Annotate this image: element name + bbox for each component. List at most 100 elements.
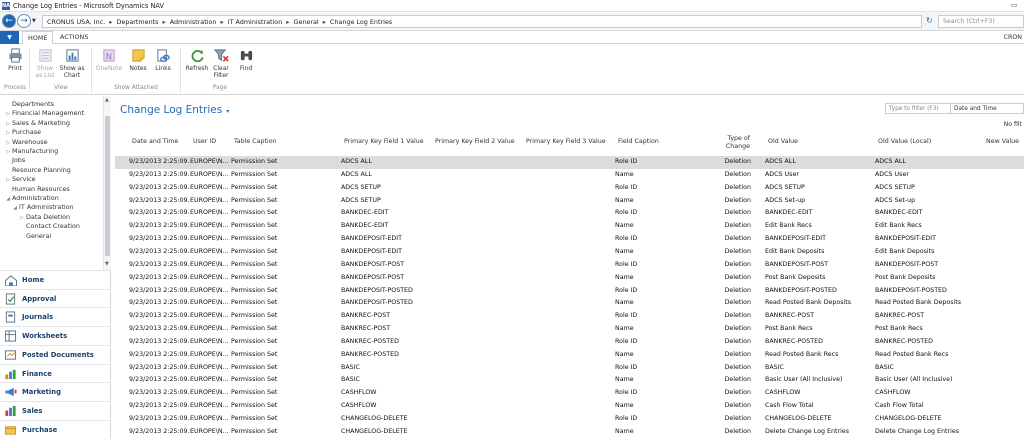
app-menu-button[interactable]: ▼ <box>0 31 19 44</box>
table-row[interactable]: 9/23/2013 2:25:09... EUROPE\N... Permissio… <box>115 259 1024 272</box>
table-row[interactable]: 9/23/2013 2:25:09... EUROPE\N... Permissio… <box>115 323 1024 336</box>
tree-item[interactable]: ◢ Administration <box>0 194 103 203</box>
column-header-pk3[interactable]: Primary Key Field 3 Value <box>526 138 606 146</box>
column-header-pk1[interactable]: Primary Key Field 1 Value <box>344 138 424 146</box>
notes-button[interactable]: Notes <box>128 48 148 72</box>
table-row[interactable]: 9/23/2013 2:25:09... EUROPE\N... Permissio… <box>115 195 1024 208</box>
scroll-thumb[interactable] <box>105 116 110 256</box>
table-row[interactable]: 9/23/2013 2:25:09... EUROPE\N... Permissio… <box>115 246 1024 259</box>
tree-item[interactable]: Contact Creation <box>0 222 103 231</box>
minimize-button[interactable]: ▭ <box>1008 1 1020 10</box>
refresh-icon[interactable]: ↻ <box>926 15 936 27</box>
history-dropdown-icon[interactable]: ▼ <box>32 18 36 24</box>
table-row[interactable]: 9/23/2013 2:25:09... EUROPE\N... Permissio… <box>115 387 1024 400</box>
cell-type-of-change: Deletion <box>724 389 751 397</box>
table-row[interactable]: 9/23/2013 2:25:09... EUROPE\N... Permissio… <box>115 169 1024 182</box>
nav-button-finance[interactable]: Finance <box>0 363 111 383</box>
page-title[interactable]: Change Log Entries ▾ <box>120 104 229 116</box>
nav-button-sales[interactable]: Sales <box>0 400 111 420</box>
column-header-table-caption[interactable]: Table Caption <box>234 138 277 146</box>
cell-table-caption: Permission Set <box>231 183 278 191</box>
tree-item[interactable]: Jobs <box>0 156 103 165</box>
nav-button-home[interactable]: Home <box>0 270 111 289</box>
tree-item[interactable]: ◢ IT Administration <box>0 203 103 212</box>
column-header-old-value[interactable]: Old Value <box>768 138 798 146</box>
column-header-type-of-change[interactable]: Type of Change <box>710 135 750 151</box>
links-button[interactable]: Links <box>153 48 173 72</box>
nav-button-purchase[interactable]: Purchase <box>0 419 111 439</box>
column-header-old-value-local[interactable]: Old Value (Local) <box>878 138 931 146</box>
tree-item[interactable]: ▷ Service <box>0 175 103 184</box>
table-row[interactable]: 9/23/2013 2:25:09... EUROPE\N... Permissio… <box>115 310 1024 323</box>
column-header-user-id[interactable]: User ID <box>193 138 216 146</box>
forward-arrow-icon[interactable]: → <box>17 14 31 28</box>
table-row[interactable]: 9/23/2013 2:25:09... EUROPE\N... Permissio… <box>115 349 1024 362</box>
table-row[interactable]: 9/23/2013 2:25:09... EUROPE\N... Permissio… <box>115 233 1024 246</box>
tree-item[interactable]: ▷ Purchase <box>0 128 103 137</box>
tree-item[interactable]: ▷ Warehouse <box>0 138 103 147</box>
table-row[interactable]: 9/23/2013 2:25:09... EUROPE\N... Permissio… <box>115 426 1024 439</box>
table-row[interactable]: 9/23/2013 2:25:09... EUROPE\N... Permissio… <box>115 362 1024 375</box>
breadcrumb-item[interactable]: Administration <box>170 18 217 26</box>
table-row[interactable]: 9/23/2013 2:25:09... EUROPE\N... Permissio… <box>115 400 1024 413</box>
breadcrumb-item[interactable]: IT Administration <box>228 18 283 26</box>
column-header-date-time[interactable]: Date and Time <box>132 138 178 146</box>
nav-button-posted-documents[interactable]: Posted Documents <box>0 344 111 364</box>
tree-item[interactable]: ▷ Sales & Marketing <box>0 119 103 128</box>
show-as-list-button[interactable]: Show as List <box>34 48 56 79</box>
nav-button-worksheets[interactable]: Worksheets <box>0 326 111 345</box>
tree-item[interactable]: ▷ Data Deletion <box>0 213 103 222</box>
ribbon: Print Show as List Show as Chart N OneNo… <box>0 44 1024 95</box>
tree-scrollbar[interactable]: ▲ ▼ <box>103 96 111 270</box>
table-row[interactable]: 9/23/2013 2:25:09... EUROPE\N... Permissio… <box>115 297 1024 310</box>
filter-status: No filt <box>1003 121 1022 128</box>
clear-filter-button[interactable]: Clear Filter <box>211 48 231 79</box>
print-button[interactable]: Print <box>5 48 25 72</box>
filter-input[interactable]: Type to filter (F3) <box>885 103 951 114</box>
breadcrumb-item[interactable]: General <box>294 18 319 26</box>
tree-item[interactable]: Resource Planning <box>0 166 103 175</box>
breadcrumb-item[interactable]: Change Log Entries <box>330 18 392 26</box>
find-button[interactable]: Find <box>236 48 256 72</box>
tab-home[interactable]: HOME <box>22 31 54 45</box>
table-row[interactable]: 9/23/2013 2:25:09... EUROPE\N... Permissio… <box>115 182 1024 195</box>
show-as-chart-button[interactable]: Show as Chart <box>58 48 86 79</box>
back-arrow-icon[interactable]: ← <box>2 14 16 28</box>
table-row[interactable]: 9/23/2013 2:25:09... EUROPE\N... Permissio… <box>115 156 1024 169</box>
breadcrumb-item[interactable]: Departments <box>116 18 158 26</box>
tree-item[interactable]: Departments <box>0 100 103 109</box>
journals-icon <box>5 311 16 323</box>
scroll-down-icon[interactable]: ▼ <box>105 261 109 267</box>
tree-item[interactable]: General <box>0 232 103 241</box>
tree-item[interactable]: Human Resources <box>0 185 103 194</box>
nav-button-journals[interactable]: Journals <box>0 307 111 326</box>
nav-button-label: Posted Documents <box>22 350 94 359</box>
table-row[interactable]: 9/23/2013 2:25:09... EUROPE\N... Permissio… <box>115 413 1024 426</box>
breadcrumb-item[interactable]: CRONUS USA, Inc. <box>47 18 105 26</box>
table-row[interactable]: 9/23/2013 2:25:09... EUROPE\N... Permissio… <box>115 207 1024 220</box>
column-header-pk2[interactable]: Primary Key Field 2 Value <box>435 138 515 146</box>
nav-button-approval[interactable]: Approval <box>0 288 111 308</box>
filter-field-select[interactable]: Date and Time <box>951 103 1024 114</box>
cell-field-caption: Name <box>615 427 634 435</box>
column-header-field-caption[interactable]: Field Caption <box>618 138 659 146</box>
table-row[interactable]: 9/23/2013 2:25:09... EUROPE\N... Permissio… <box>115 374 1024 387</box>
table-row[interactable]: 9/23/2013 2:25:09... EUROPE\N... Permissio… <box>115 336 1024 349</box>
column-header-new-value[interactable]: New Value <box>986 138 1019 146</box>
breadcrumb[interactable]: CRONUS USA, Inc. ▸ Departments ▸ Administrat… <box>42 15 922 28</box>
tree-item[interactable]: ▷ Manufacturing <box>0 147 103 156</box>
search-input[interactable]: Search (Ctrl+F3) <box>938 15 1024 28</box>
refresh-button[interactable]: Refresh <box>184 48 210 72</box>
cell-type-of-change: Deletion <box>724 260 751 268</box>
cell-pk1: BANKDEPOSIT-EDIT <box>341 247 402 255</box>
tree-item[interactable]: ▷ Financial Management <box>0 109 103 118</box>
table-row[interactable]: 9/23/2013 2:25:09... EUROPE\N... Permissio… <box>115 285 1024 298</box>
tab-actions[interactable]: ACTIONS <box>55 31 93 44</box>
onenote-button[interactable]: N OneNote <box>94 48 124 72</box>
title-dropdown-icon[interactable]: ▾ <box>226 108 229 115</box>
table-row[interactable]: 9/23/2013 2:25:09... EUROPE\N... Permissio… <box>115 220 1024 233</box>
table-row[interactable]: 9/23/2013 2:25:09... EUROPE\N... Permissio… <box>115 272 1024 285</box>
scroll-up-icon[interactable]: ▲ <box>105 97 109 103</box>
cell-user-id: EUROPE\N... <box>190 170 229 178</box>
nav-button-marketing[interactable]: Marketing <box>0 382 111 401</box>
